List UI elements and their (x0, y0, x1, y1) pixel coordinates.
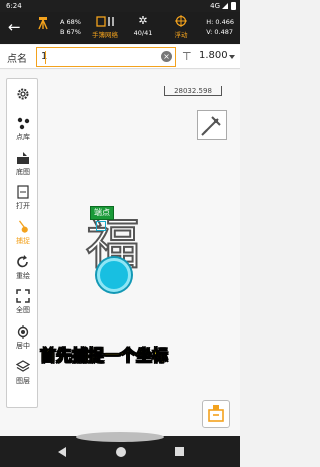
compass-button[interactable] (197, 110, 227, 140)
text-cursor (45, 51, 46, 64)
layers-icon (16, 360, 30, 372)
drawer-handle[interactable] (76, 432, 164, 442)
chevron-down-icon[interactable] (229, 55, 235, 59)
tool-label: 重绘 (16, 272, 30, 280)
network-type: 4G (210, 2, 220, 10)
tool-settings[interactable] (7, 87, 39, 101)
correction-label: 手簿网络 (92, 31, 118, 39)
status-bar: 6:24 4G (0, 0, 240, 12)
tool-label: 点库 (16, 133, 30, 141)
tripod-icon (38, 17, 48, 30)
antenna-height-value[interactable]: 1.800 (199, 50, 228, 61)
satellite-status[interactable]: A 68% B 67% (35, 15, 83, 41)
layers-map-icon (17, 152, 29, 164)
satellite-icon: ✲ (138, 14, 148, 27)
solution-label: 浮动 (174, 31, 188, 39)
nav-back-icon[interactable] (58, 447, 66, 457)
solution-status[interactable]: 浮动 (168, 15, 194, 41)
h-precision: H: 0.466 (206, 18, 234, 26)
antenna-height-icon: ⊤ (182, 50, 192, 63)
tool-label: 底图 (16, 168, 30, 176)
scale-bar: 28032.598 (164, 86, 222, 96)
tool-label: 捕捉 (16, 237, 30, 245)
battery-b-label: B 67% (60, 28, 81, 36)
nav-home-icon[interactable] (116, 447, 126, 457)
point-name-row: 点名 1 × ⊤ 1.800 (0, 45, 240, 69)
tool-layers[interactable]: 图层 (7, 360, 39, 386)
tool-label: 全图 (16, 306, 30, 314)
satellite-count-label: 40/41 (133, 29, 153, 37)
signal-icon (222, 3, 228, 9)
snap-target (96, 221, 106, 231)
fullscreen-icon (16, 289, 30, 303)
record-icon (208, 405, 224, 422)
compass-icon (201, 116, 221, 136)
tool-label: 居中 (16, 342, 30, 350)
endpoint-tag: 端点 (90, 206, 114, 220)
tool-center[interactable]: 居中 (7, 325, 39, 351)
precision-readout: H: 0.466 V: 0.487 (206, 17, 234, 37)
status-indicators: 4G (210, 0, 236, 12)
map-toolbar: 点库 底图 打开 捕捉 重绘 全图 居中 图层 (6, 78, 38, 408)
status-time: 6:24 (6, 2, 22, 10)
redo-icon (17, 255, 28, 268)
tool-full-extent[interactable]: 全图 (7, 289, 39, 315)
snap-icon (18, 220, 28, 233)
v-precision: V: 0.487 (206, 28, 234, 36)
dxf-file-icon (17, 185, 29, 199)
point-name-label: 点名 (7, 54, 27, 65)
app-screen: 6:24 4G ← A 68% B 67% 手簿网络 ✲ 40/41 浮动 H:… (0, 0, 240, 467)
nav-recents-icon[interactable] (175, 447, 184, 456)
tool-basemap[interactable]: 底图 (7, 151, 39, 177)
tool-open[interactable]: 打开 (7, 185, 39, 211)
clear-icon[interactable]: × (161, 51, 172, 62)
back-button[interactable]: ← (8, 19, 21, 35)
points-icon (17, 117, 30, 130)
app-header: ← A 68% B 67% 手簿网络 ✲ 40/41 浮动 H: 0.466 V… (0, 12, 240, 44)
antenna-icon (96, 16, 114, 27)
gps-position-marker (97, 258, 131, 292)
crosshair-icon (175, 15, 187, 27)
correction-status[interactable]: 手簿网络 (88, 15, 122, 41)
system-nav-bar (0, 432, 240, 467)
gear-icon (17, 88, 29, 100)
center-icon (17, 325, 29, 339)
record-point-button[interactable] (202, 400, 230, 428)
tool-points[interactable]: 点库 (7, 116, 39, 142)
point-name-input[interactable]: 1 (36, 47, 176, 67)
tutorial-caption: 首先捕捉一个坐标 (40, 346, 169, 366)
tool-snap[interactable]: 捕捉 (7, 220, 39, 246)
battery-icon (231, 2, 236, 10)
satellite-count[interactable]: ✲ 40/41 (130, 15, 156, 41)
battery-a-label: A 68% (60, 18, 81, 26)
tool-label: 图层 (16, 377, 30, 385)
tool-label: 打开 (16, 202, 30, 210)
tool-redraw[interactable]: 重绘 (7, 255, 39, 281)
